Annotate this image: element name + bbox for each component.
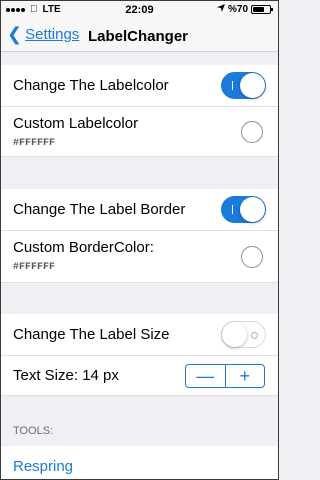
cell-change-label-size: Change The Label Size [0, 314, 279, 356]
text-size-stepper: — + [185, 364, 265, 388]
cell-respring[interactable]: Respring [0, 446, 279, 480]
status-right: %70 [216, 4, 273, 15]
text-size-label: Text Size: 14 px [13, 367, 119, 384]
custom-bordercolor-label: Custom BorderColor: [13, 239, 154, 256]
cell-custom-bordercolor[interactable]: Custom BorderColor: #FFFFFF [0, 231, 279, 283]
change-label-size-label: Change The Label Size [13, 326, 170, 343]
chevron-left-icon: ❮ [7, 24, 23, 44]
status-bar:  LTE 22:09 %70 [0, 0, 279, 20]
cell-change-label-border: Change The Label Border [0, 189, 279, 231]
battery-icon [251, 5, 273, 14]
change-labelcolor-label: Change The Labelcolor [13, 77, 169, 94]
change-labelcolor-switch[interactable] [221, 72, 266, 99]
custom-labelcolor-radio[interactable] [241, 121, 263, 143]
custom-labelcolor-label: Custom Labelcolor [13, 115, 139, 132]
navigation-bar: ❮ Settings LabelChanger [0, 20, 279, 52]
cell-change-labelcolor: Change The Labelcolor [0, 65, 279, 107]
custom-bordercolor-value: #FFFFFF [13, 262, 56, 273]
back-button[interactable]: ❮ Settings [7, 25, 79, 43]
increment-button[interactable]: + [226, 365, 265, 387]
cell-text-size: Text Size: 14 px — + [0, 356, 279, 396]
battery-percent: %70 [227, 4, 248, 15]
respring-button[interactable]: Respring [13, 458, 73, 475]
cell-custom-labelcolor[interactable]: Custom Labelcolor #FFFFFF [0, 107, 279, 157]
custom-bordercolor-radio[interactable] [241, 246, 263, 268]
change-label-border-switch[interactable] [221, 196, 266, 223]
back-label: Settings [25, 25, 80, 43]
location-icon [216, 4, 225, 15]
change-label-size-switch[interactable] [221, 321, 266, 348]
decrement-button[interactable]: — [186, 365, 225, 387]
change-label-border-label: Change The Label Border [13, 201, 186, 218]
tools-section-header: TOOLS: [13, 425, 54, 437]
page-title: LabelChanger [88, 28, 189, 45]
custom-labelcolor-value: #FFFFFF [13, 138, 56, 149]
